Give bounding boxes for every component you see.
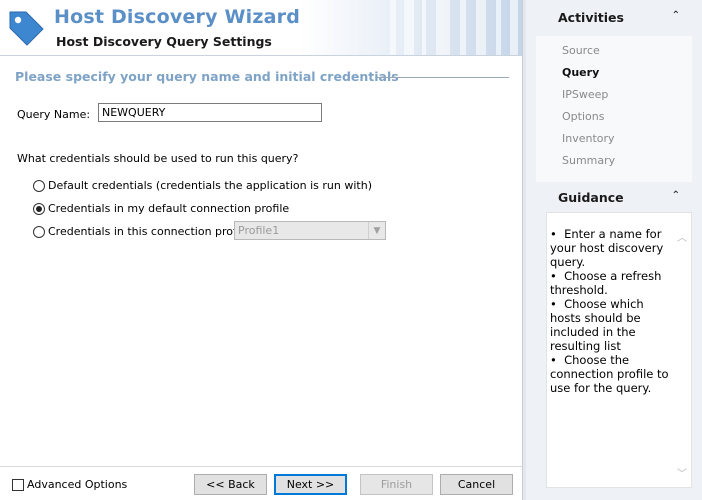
radio-default-credentials[interactable]: Default credentials (credentials the app… [33,179,372,192]
header-banner-art [300,0,522,55]
section-divider [377,77,509,78]
activity-item-options: Options [562,110,605,123]
activities-title: Activities [558,10,624,25]
back-button[interactable]: << Back [194,474,267,495]
wizard-header: Host Discovery Wizard Host Discovery Que… [0,0,522,56]
scroll-down-icon[interactable]: ﹀ [676,465,688,480]
guidance-header[interactable]: Guidance ⌃ [536,184,692,210]
activity-item-inventory: Inventory [562,132,615,145]
wizard-subtitle: Host Discovery Query Settings [56,34,272,49]
profile-select-value: Profile1 [238,224,280,237]
wizard-title: Host Discovery Wizard [54,6,301,28]
collapse-chevron-icon[interactable]: ⌃ [672,190,680,201]
guidance-box: • Enter a name for your host discovery q… [546,212,692,488]
activities-list: Source Query IPSweep Options Inventory S… [536,36,692,182]
activity-item-ipsweep: IPSweep [562,88,609,101]
footer-separator [0,466,522,467]
section-heading: Please specify your query name and initi… [15,69,399,84]
radio-label: Default credentials (credentials the app… [48,179,373,192]
radio-default-profile-credentials[interactable]: Credentials in my default connection pro… [33,202,289,215]
activity-item-summary: Summary [562,154,616,167]
cancel-button[interactable]: Cancel [440,474,513,495]
guidance-title: Guidance [558,190,624,205]
scroll-up-icon[interactable]: ︿ [676,229,688,244]
advanced-options-label: Advanced Options [27,478,128,491]
radio-label: Credentials in this connection profile: [48,225,254,238]
radio-button[interactable] [33,179,45,192]
guidance-text: • Enter a name for your host discovery q… [550,227,670,395]
query-name-input[interactable]: NEWQUERY [98,103,322,122]
chevron-down-icon[interactable]: ▼ [368,222,385,239]
collapse-chevron-icon[interactable]: ⌃ [672,10,680,21]
credentials-question: What credentials should be used to run t… [17,152,299,165]
tag-icon [9,11,44,46]
profile-select[interactable]: Profile1 ▼ [234,221,386,240]
advanced-options-checkbox[interactable] [12,478,24,491]
activity-item-query: Query [562,66,600,79]
finish-button[interactable]: Finish [360,474,433,495]
next-button[interactable]: Next >> [274,474,347,495]
advanced-options-toggle[interactable]: Advanced Options [12,478,127,491]
activities-header[interactable]: Activities ⌃ [536,4,692,30]
activity-item-source: Source [562,44,600,57]
guidance-bullet: • Enter a name for your host discovery q… [550,227,664,269]
guidance-bullet: • Choose the connection profile to use f… [550,353,669,395]
side-panel: Activities ⌃ Source Query IPSweep Option… [526,0,702,500]
guidance-bullet: • Choose a refresh threshold. [550,269,662,297]
radio-label: Credentials in my default connection pro… [48,202,290,215]
radio-button-selected[interactable] [33,202,45,215]
guidance-bullet: • Choose which hosts should be included … [550,297,644,353]
radio-button[interactable] [33,225,45,238]
query-name-label: Query Name: [17,108,91,121]
radio-this-profile-credentials[interactable]: Credentials in this connection profile: [33,225,254,238]
